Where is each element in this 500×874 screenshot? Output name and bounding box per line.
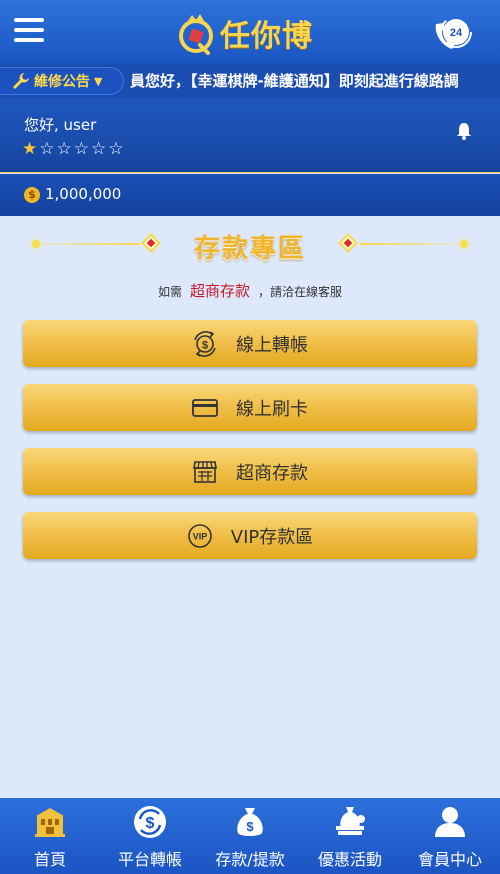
money-bag-icon: $ <box>232 804 268 840</box>
nav-item-member[interactable]: 會員中心 <box>400 798 500 874</box>
online-transfer-label: 線上轉帳 <box>236 334 308 356</box>
dollar-exchange-icon: $ <box>132 804 168 840</box>
svg-text:$: $ <box>202 339 208 351</box>
vip-level-stars: ★ ☆ ☆ ☆ ☆ ☆ <box>22 140 126 158</box>
deposit-hint: 如需 超商存款 ，請洽在線客服 <box>0 280 500 301</box>
convenience-store-label: 超商存款 <box>236 462 308 484</box>
hint-suffix: ，請洽在線客服 <box>258 285 343 299</box>
wrench-icon <box>13 73 29 89</box>
nav-item-transfer[interactable]: $ 平台轉帳 <box>100 798 200 874</box>
nav-item-promotions[interactable]: 優惠活動 <box>300 798 400 874</box>
hamburger-menu-icon[interactable] <box>14 18 44 46</box>
balance-panel: $ 1,000,000 <box>0 174 500 216</box>
support-24h-icon[interactable]: 24 <box>432 12 474 54</box>
notice-bar: 維修公告 ▼ 員您好，【幸運棋牌-維護通知】即刻起進行線路調 <box>0 64 500 98</box>
star-empty-icon: ☆ <box>91 139 107 159</box>
logo-mark-icon <box>179 14 213 55</box>
transfer-icon: $ <box>192 330 218 357</box>
notice-dropdown[interactable]: 維修公告 ▼ <box>0 67 124 95</box>
marquee-text[interactable]: 員您好，【幸運棋牌-維護通知】即刻起進行線路調 <box>130 70 459 91</box>
star-empty-icon: ☆ <box>108 139 124 159</box>
top-header: 任你博 24 <box>0 0 500 64</box>
support-badge-text: 24 <box>450 27 463 39</box>
nav-label-deposit: 存款/提款 <box>215 850 285 869</box>
bottom-nav: 首頁 $ 平台轉帳 $ 存款/提款 優惠活動 會員中心 <box>0 798 500 874</box>
coin-icon: $ <box>24 187 40 203</box>
svg-text:$: $ <box>246 819 254 834</box>
vip-deposit-button[interactable]: VIP VIP存款區 <box>23 512 477 559</box>
star-empty-icon: ☆ <box>56 139 72 159</box>
user-panel: 您好, user ★ ☆ ☆ ☆ ☆ ☆ <box>0 98 500 173</box>
vip-icon: VIP <box>187 523 213 549</box>
nav-label-home: 首頁 <box>33 850 66 869</box>
nav-label-transfer: 平台轉帳 <box>117 850 182 869</box>
home-building-icon <box>32 804 68 840</box>
nav-item-deposit[interactable]: $ 存款/提款 <box>200 798 300 874</box>
nav-label-member: 會員中心 <box>417 850 482 869</box>
user-greeting: 您好, user <box>24 116 97 134</box>
svg-text:$: $ <box>146 815 155 832</box>
nav-item-home[interactable]: 首頁 <box>0 798 100 874</box>
member-icon <box>432 804 468 840</box>
online-card-label: 線上刷卡 <box>236 398 308 420</box>
svg-text:VIP: VIP <box>192 531 207 541</box>
online-card-button[interactable]: 線上刷卡 <box>23 384 477 431</box>
page-title: 存款專區 <box>193 234 306 264</box>
brand-logo[interactable]: 任你博 <box>174 10 313 56</box>
promotion-icon <box>332 804 368 840</box>
balance-amount: 1,000,000 <box>45 185 122 203</box>
hint-highlight: 超商存款 <box>189 282 250 300</box>
hint-prefix: 如需 <box>157 285 182 299</box>
star-empty-icon: ☆ <box>39 139 55 159</box>
convenience-store-button[interactable]: 超商存款 <box>23 448 477 495</box>
store-icon <box>192 459 218 485</box>
star-empty-icon: ☆ <box>73 139 89 159</box>
online-transfer-button[interactable]: $ 線上轉帳 <box>23 320 477 367</box>
star-filled-icon: ★ <box>22 139 38 159</box>
vip-deposit-label: VIP存款區 <box>230 526 314 548</box>
notification-bell-icon[interactable] <box>456 122 472 140</box>
caret-down-icon: ▼ <box>94 74 103 88</box>
notice-tag-label: 維修公告 <box>34 74 90 90</box>
section-header: 存款專區 <box>0 226 500 266</box>
brand-name: 任你博 <box>220 19 313 54</box>
card-icon <box>192 395 218 421</box>
nav-label-promotions: 優惠活動 <box>317 850 382 869</box>
